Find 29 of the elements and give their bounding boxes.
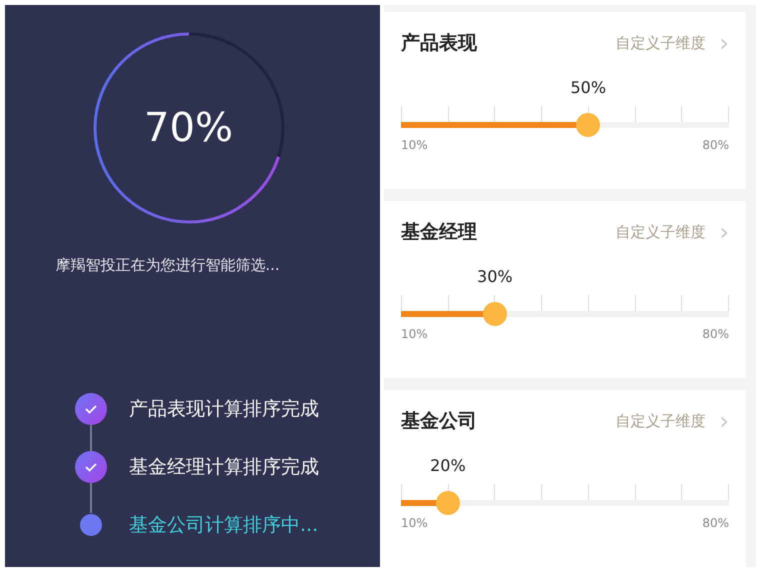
chevron-icon: ›: [719, 31, 729, 55]
max-label: 80%: [702, 326, 729, 343]
slider-thumb[interactable]: [436, 491, 460, 515]
slider-track[interactable]: [401, 106, 729, 138]
min-label: 10%: [401, 137, 428, 154]
step-label: 产品表现计算排序完成: [129, 396, 319, 422]
chevron-icon: ›: [719, 220, 729, 244]
min-label: 10%: [401, 326, 428, 343]
min-label: 10%: [401, 515, 428, 532]
slider-value: 20%: [430, 455, 466, 477]
slider-thumb[interactable]: [482, 302, 507, 326]
progress-percent: 70%: [144, 108, 233, 148]
card-title: 产品表现: [401, 30, 477, 56]
custom-dimension-link[interactable]: 自定义子维度: [615, 220, 706, 244]
status-text: 摩羯智投正在为您进行智能筛选...: [55, 255, 280, 276]
slider-value: 30%: [477, 266, 513, 288]
step-label: 基金公司计算排序中...: [129, 512, 318, 538]
card-title: 基金经理: [401, 220, 477, 245]
slider-track[interactable]: [401, 484, 729, 516]
slider-value: 50%: [570, 77, 606, 99]
slider-thumb[interactable]: [576, 113, 600, 137]
custom-dimension-link[interactable]: 自定义子维度: [615, 32, 706, 54]
max-label: 80%: [702, 137, 729, 154]
step-label: 基金经理计算排序完成: [129, 454, 319, 480]
custom-dimension-link[interactable]: 自定义子维度: [615, 410, 706, 432]
chevron-icon: ›: [719, 409, 729, 433]
slider-track[interactable]: [401, 295, 729, 327]
max-label: 80%: [702, 515, 729, 532]
card-title: 基金公司: [401, 408, 477, 434]
